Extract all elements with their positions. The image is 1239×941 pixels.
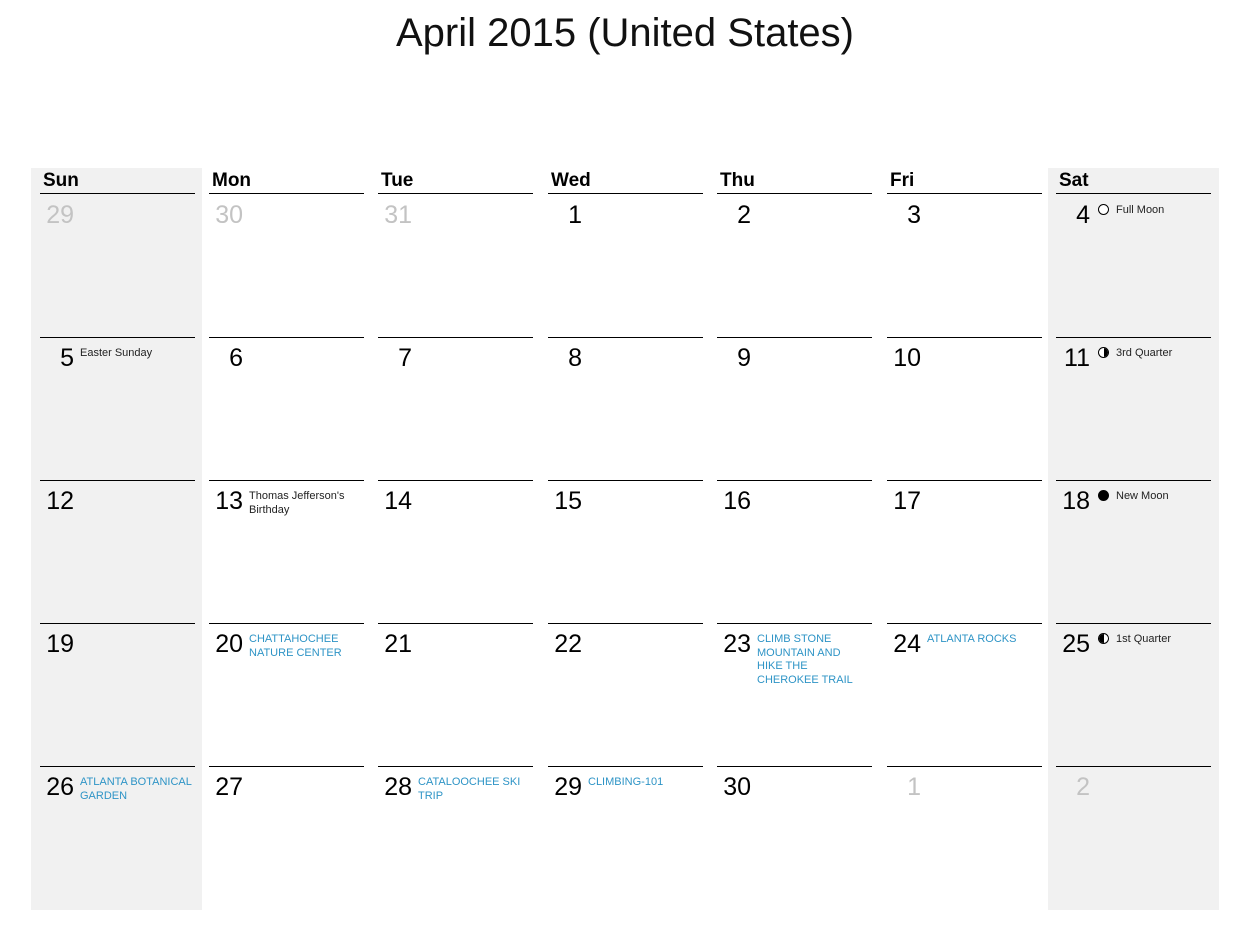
day-number: 21 [384, 630, 412, 658]
day-cell[interactable]: 30 [717, 766, 872, 909]
day-cell[interactable]: 15 [548, 480, 703, 623]
day-cell[interactable]: 13 Thomas Jefferson's Birthday [209, 480, 364, 623]
day-cell[interactable]: 1 [548, 195, 703, 338]
weekday-header-mon: Mon [209, 168, 364, 194]
day-number: 18 [1062, 487, 1090, 515]
day-number: 10 [893, 344, 921, 372]
day-number: 30 [723, 773, 751, 801]
day-cell[interactable]: 3 [887, 195, 1042, 338]
moon-new-icon [1098, 490, 1109, 501]
day-number: 4 [1076, 201, 1090, 229]
day-number: 7 [398, 344, 412, 372]
day-number: 27 [215, 773, 243, 801]
day-number: 25 [1062, 630, 1090, 658]
day-cell[interactable]: 29 CLIMBING-101 [548, 766, 703, 909]
day-number: 29 [46, 201, 74, 229]
day-number: 17 [893, 487, 921, 515]
event-link[interactable]: ATLANTA ROCKS [927, 633, 1039, 647]
day-number: 24 [893, 630, 921, 658]
day-cell[interactable]: 11 3rd Quarter [1056, 337, 1211, 480]
moon-phase-label: 3rd Quarter [1116, 347, 1173, 359]
day-number: 6 [229, 344, 243, 372]
day-cell[interactable]: 12 [40, 480, 195, 623]
weekday-header-thu: Thu [717, 168, 872, 194]
day-number: 1 [907, 773, 921, 801]
day-number: 12 [46, 487, 74, 515]
day-number: 11 [1064, 344, 1090, 372]
day-cell[interactable]: 31 [378, 195, 533, 338]
day-cell[interactable]: 16 [717, 480, 872, 623]
day-cell[interactable]: 8 [548, 337, 703, 480]
day-cell[interactable]: 17 [887, 480, 1042, 623]
weekday-header-fri: Fri [887, 168, 1042, 194]
day-number: 14 [384, 487, 412, 515]
day-number: 5 [60, 344, 74, 372]
event-link[interactable]: CHATTAHOCHEE NATURE CENTER [249, 633, 361, 660]
day-number: 8 [568, 344, 582, 372]
day-cell[interactable]: 30 [209, 195, 364, 338]
day-number: 15 [554, 487, 582, 515]
day-cell[interactable]: 21 [378, 623, 533, 766]
event-link[interactable]: CLIMBING-101 [588, 776, 700, 790]
day-cell[interactable]: 19 [40, 623, 195, 766]
day-cell[interactable]: 2 [717, 195, 872, 338]
day-number: 3 [907, 201, 921, 229]
moon-first-icon [1098, 633, 1109, 644]
weekday-header-sun: Sun [40, 168, 195, 194]
day-number: 22 [554, 630, 582, 658]
day-number: 28 [384, 773, 412, 801]
day-cell[interactable]: 26 ATLANTA BOTANICAL GARDEN [40, 766, 195, 909]
day-cell[interactable]: 22 [548, 623, 703, 766]
day-cell[interactable]: 28 CATALOOCHEE SKI TRIP [378, 766, 533, 909]
day-cell[interactable]: 14 [378, 480, 533, 623]
day-number: 29 [554, 773, 582, 801]
weekday-header-sat: Sat [1056, 168, 1211, 194]
day-number: 31 [384, 201, 412, 229]
day-number: 30 [215, 201, 243, 229]
day-cell[interactable]: 10 [887, 337, 1042, 480]
weekday-header-tue: Tue [378, 168, 533, 194]
day-cell[interactable]: 7 [378, 337, 533, 480]
event-link[interactable]: CATALOOCHEE SKI TRIP [418, 776, 530, 803]
day-number: 1 [568, 201, 582, 229]
day-cell[interactable]: 18 New Moon [1056, 480, 1211, 623]
event-link[interactable]: CLIMB STONE MOUNTAIN AND HIKE THE CHEROK… [757, 633, 869, 687]
event-link[interactable]: ATLANTA BOTANICAL GARDEN [80, 776, 192, 803]
day-number: 20 [215, 630, 243, 658]
moon-full-icon [1098, 204, 1109, 215]
weekday-header-wed: Wed [548, 168, 703, 194]
moon-phase-label: New Moon [1116, 490, 1169, 502]
day-number: 2 [737, 201, 751, 229]
day-number: 2 [1076, 773, 1090, 801]
day-cell[interactable]: 4 Full Moon [1056, 195, 1211, 338]
day-cell[interactable]: 23 CLIMB STONE MOUNTAIN AND HIKE THE CHER… [717, 623, 872, 766]
day-number: 19 [46, 630, 74, 658]
day-cell[interactable]: 5 Easter Sunday [40, 337, 195, 480]
day-cell[interactable]: 6 [209, 337, 364, 480]
moon-phase-label: Full Moon [1116, 204, 1165, 216]
holiday-label: Thomas Jefferson's Birthday [249, 490, 345, 516]
moon-third-icon [1098, 347, 1109, 358]
day-cell[interactable]: 29 [40, 195, 195, 338]
day-cell[interactable]: 2 [1056, 766, 1211, 909]
day-cell[interactable]: 27 [209, 766, 364, 909]
moon-phase-label: 1st Quarter [1116, 633, 1172, 645]
calendar-title: April 2015 (United States) [395, 11, 854, 55]
day-cell[interactable]: 20 CHATTAHOCHEE NATURE CENTER [209, 623, 364, 766]
day-cell[interactable]: 9 [717, 337, 872, 480]
day-number: 13 [215, 487, 243, 515]
day-number: 16 [723, 487, 751, 515]
day-number: 23 [723, 630, 751, 658]
day-cell[interactable]: 1 [887, 766, 1042, 909]
day-cell[interactable]: 24 ATLANTA ROCKS [887, 623, 1042, 766]
holiday-label: Easter Sunday [80, 347, 153, 359]
day-number: 26 [46, 773, 74, 801]
day-cell[interactable]: 25 1st Quarter [1056, 623, 1211, 766]
day-number: 9 [737, 344, 751, 372]
